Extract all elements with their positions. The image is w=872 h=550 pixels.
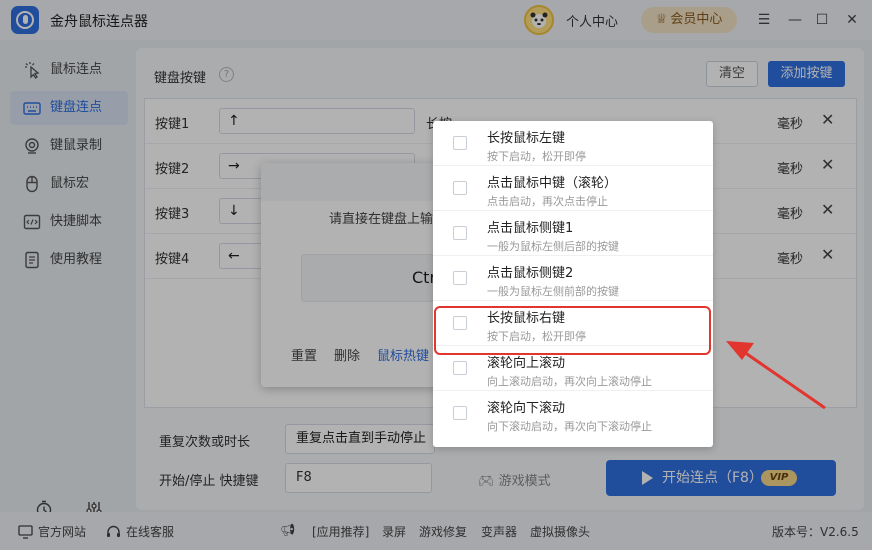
annotation-arrow-icon (726, 341, 826, 410)
